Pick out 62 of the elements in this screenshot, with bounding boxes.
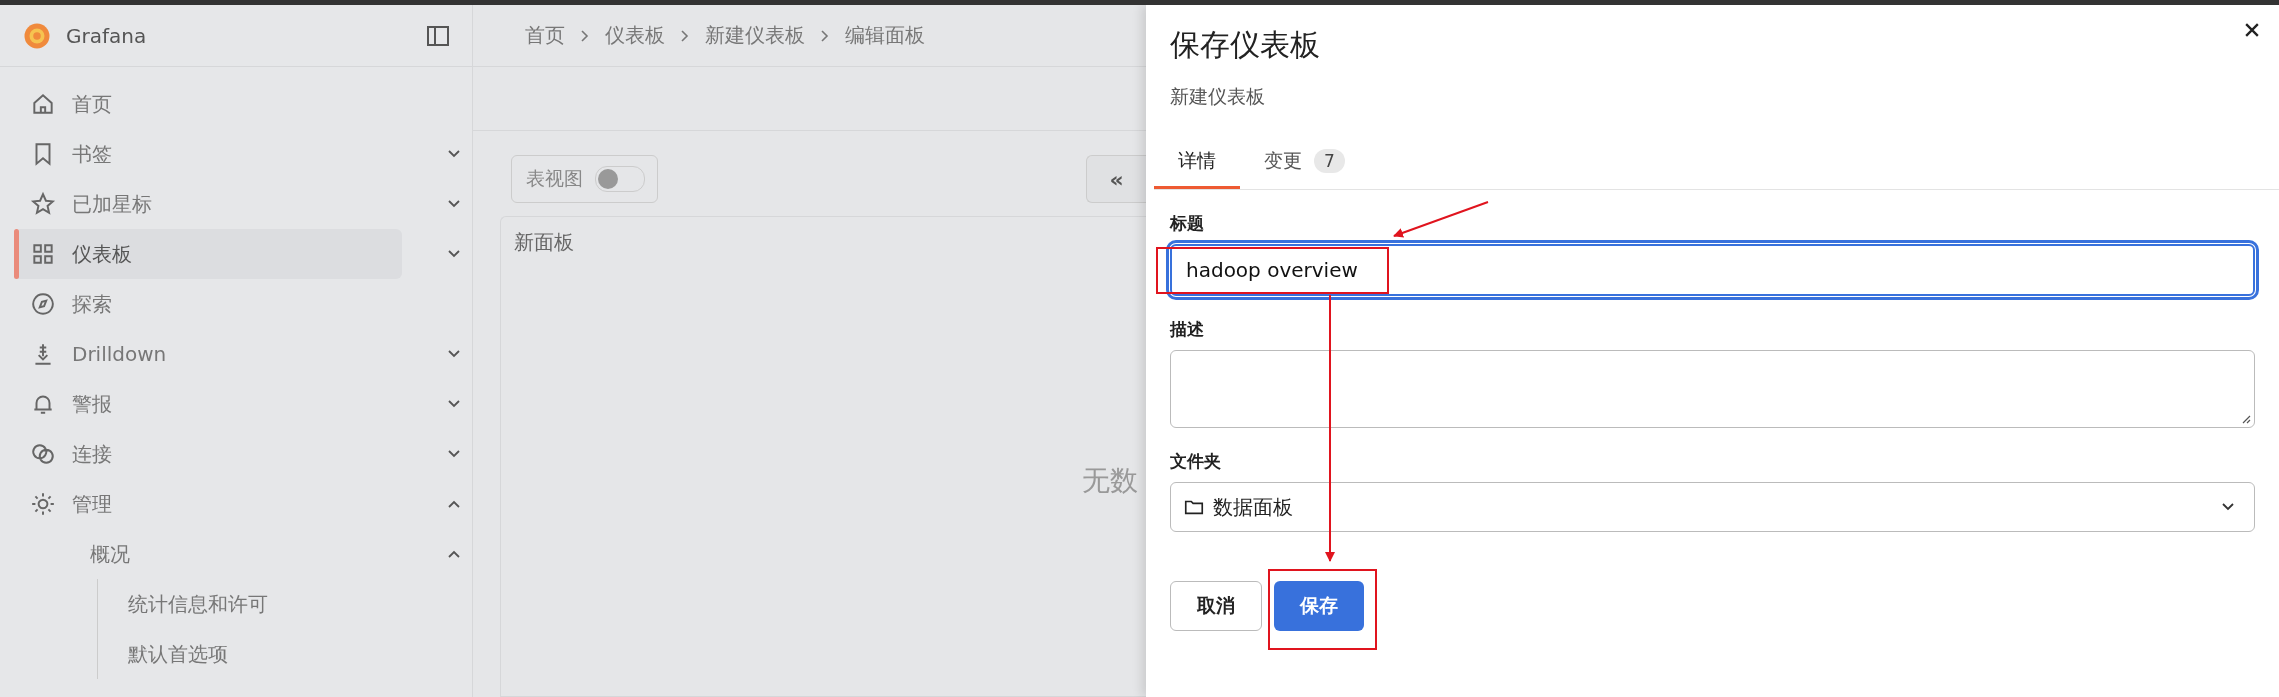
field-label: 描述 — [1170, 318, 1204, 341]
chevron-down-icon[interactable] — [448, 150, 460, 158]
breadcrumb-link[interactable]: 新建仪表板 — [705, 22, 805, 49]
nav-label: Drilldown — [72, 342, 168, 366]
nav-label: 探索 — [72, 290, 113, 318]
tab[interactable]: 详情 — [1154, 135, 1240, 189]
chevron-right-icon — [581, 29, 589, 42]
count-badge: 7 — [1314, 148, 1345, 173]
chevron-down-icon[interactable] — [448, 400, 460, 408]
chevron-down-icon[interactable] — [448, 250, 460, 258]
chevron-right-icon — [821, 29, 829, 42]
nav-item[interactable]: 书签 — [14, 129, 402, 179]
close-icon[interactable] — [2245, 23, 2259, 37]
field-label: 标题 — [1170, 212, 1204, 235]
drawer-subtitle: 新建仪表板 — [1170, 84, 1265, 109]
save-button[interactable]: 保存 — [1274, 581, 1364, 631]
compass-icon — [30, 291, 56, 317]
breadcrumb-link[interactable]: 仪表板 — [605, 22, 665, 49]
nav-item[interactable]: 连接 — [14, 429, 402, 479]
star-icon — [30, 191, 56, 217]
breadcrumb-link[interactable]: 编辑面板 — [845, 22, 925, 49]
breadcrumb-link[interactable]: 首页 — [525, 22, 565, 49]
nav-item[interactable]: Drilldown — [14, 329, 402, 379]
folder-select[interactable]: 数据面板 — [1170, 482, 2255, 532]
nav-label: 首页 — [72, 90, 113, 118]
nav-label: 连接 — [72, 440, 113, 468]
nav-item[interactable]: 已加星标 — [14, 179, 402, 229]
sidebar-toggle-icon[interactable] — [426, 23, 450, 48]
chevron-up-icon[interactable] — [448, 550, 460, 558]
home-icon — [30, 91, 56, 117]
drawer-title: 保存仪表板 — [1170, 26, 1320, 64]
chevron-down-icon[interactable] — [448, 200, 460, 208]
nav-item[interactable]: 统计信息和许可 — [98, 579, 472, 629]
nav-item[interactable]: 探索 — [14, 279, 402, 329]
nav-label: 已加星标 — [72, 190, 153, 218]
nav-item[interactable]: 管理 — [14, 479, 402, 529]
description-input[interactable] — [1170, 350, 2255, 428]
nav-item[interactable]: 警报 — [14, 379, 402, 429]
nav-label: 书签 — [72, 140, 113, 168]
tab[interactable]: 变更 7 — [1240, 135, 1369, 189]
chevron-down-icon — [2222, 503, 2234, 511]
collapse-button[interactable]: « — [1086, 155, 1146, 203]
nav-label: 警报 — [72, 390, 113, 418]
table-view-toggle[interactable]: 表视图 — [511, 155, 658, 203]
nav-item[interactable]: 默认首选项 — [98, 629, 472, 679]
resize-grip-icon[interactable] — [2241, 414, 2251, 424]
folder-value: 数据面板 — [1213, 493, 1294, 521]
chevron-up-icon[interactable] — [448, 500, 460, 508]
nav-label: 仪表板 — [72, 240, 133, 268]
field-label: 文件夹 — [1170, 450, 1221, 473]
no-data-message: 无数 — [1082, 463, 1138, 499]
nav-label: 管理 — [72, 490, 113, 518]
panel-title: 新面板 — [513, 229, 574, 256]
chevron-down-icon[interactable] — [448, 350, 460, 358]
nav-item[interactable]: 首页 — [14, 79, 402, 129]
chevron-right-icon — [681, 29, 689, 42]
link-icon — [30, 441, 56, 467]
cancel-button[interactable]: 取消 — [1170, 581, 1262, 631]
grid-icon — [30, 241, 56, 267]
chevron-down-icon[interactable] — [448, 450, 460, 458]
nav-item[interactable]: 概况 — [90, 529, 402, 579]
app-name: Grafana — [66, 23, 148, 48]
